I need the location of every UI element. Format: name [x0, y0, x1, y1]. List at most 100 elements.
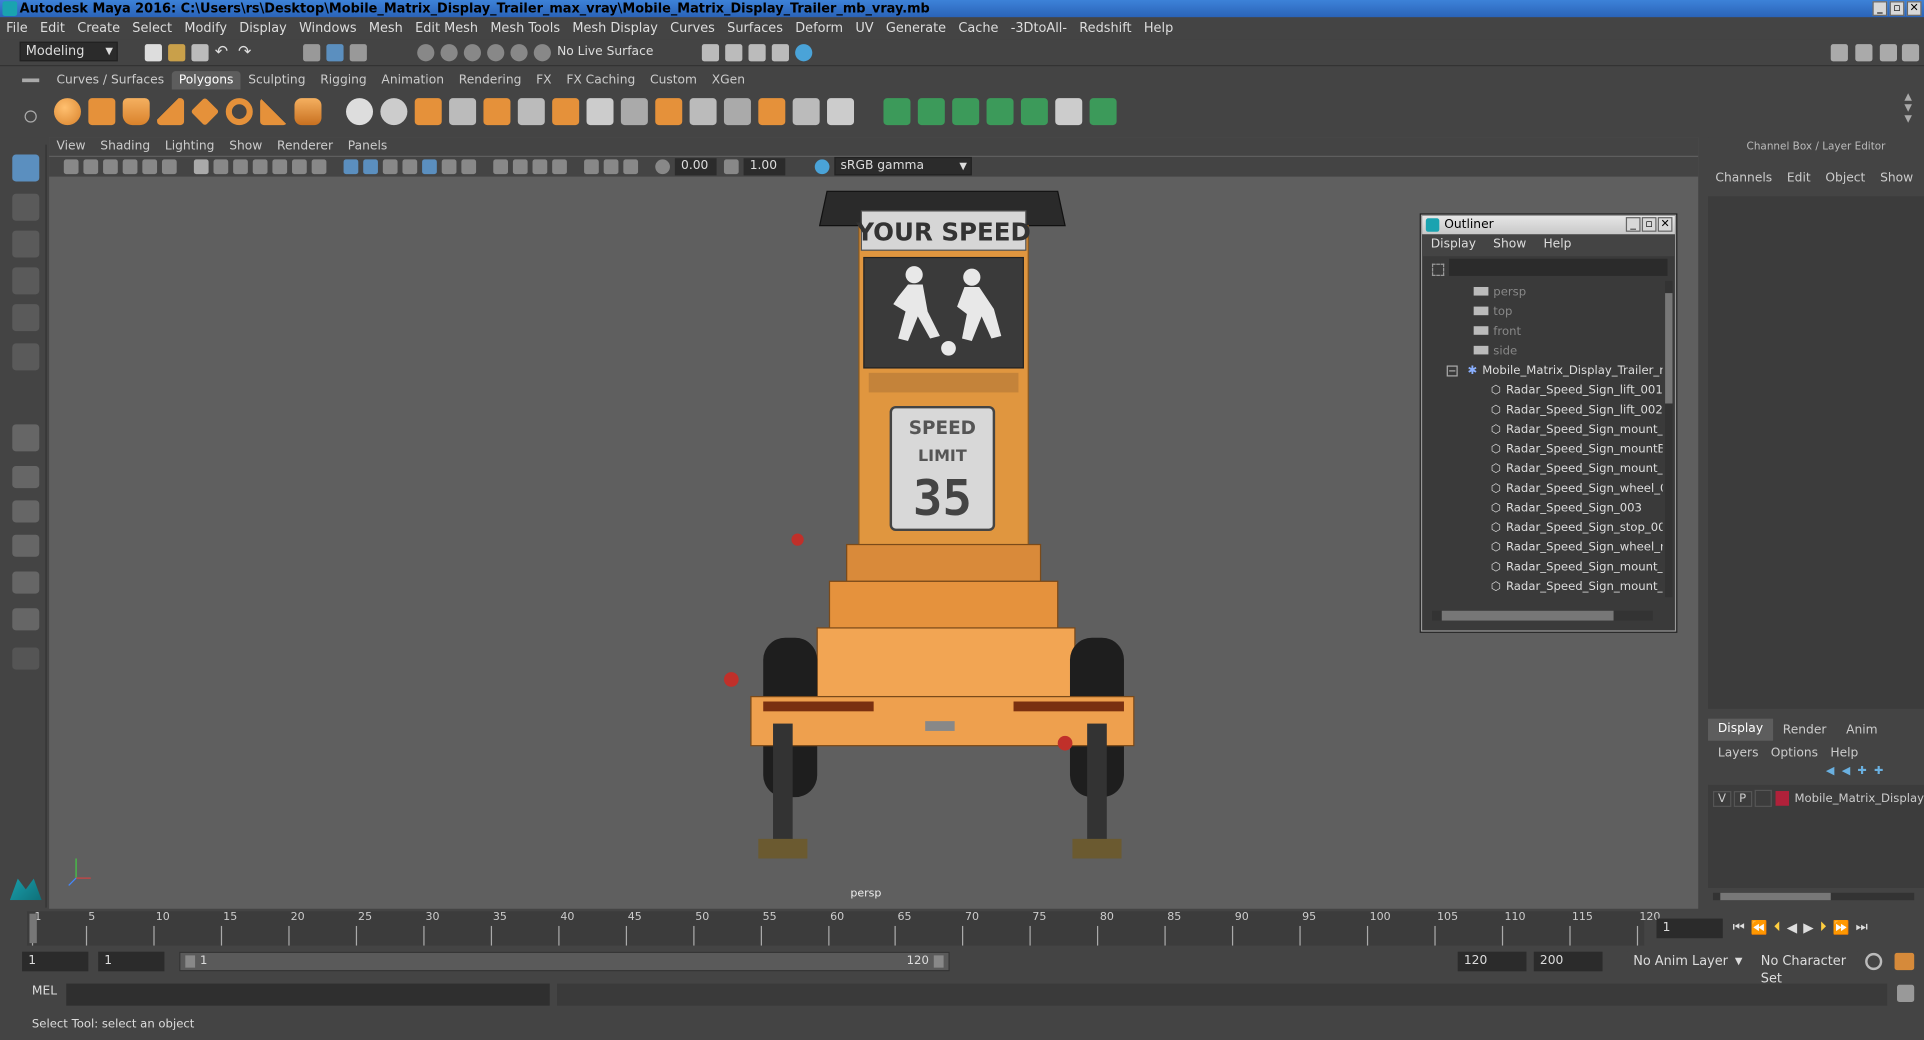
tab-anim[interactable]: Anim [1836, 723, 1887, 736]
exposure-icon[interactable] [655, 159, 670, 175]
layer-visibility-toggle[interactable]: V [1712, 790, 1732, 807]
menu-modify[interactable]: Modify [178, 18, 233, 39]
bookmark-icon[interactable] [103, 159, 118, 175]
menu-3dtoall[interactable]: -3DtoAll- [1005, 18, 1074, 39]
list-item[interactable]: ⬡Radar_Speed_Sign_wheel_002 [1422, 480, 1663, 500]
multi-cut-icon[interactable] [620, 98, 648, 126]
tab-render[interactable]: Render [1773, 723, 1836, 736]
step-forward-key-icon[interactable]: ⏩ [1833, 919, 1850, 935]
resolution-gate-icon[interactable] [233, 159, 248, 175]
shelf-scroll-icon[interactable]: ▲ ▼ ▼ [1904, 91, 1912, 124]
film-gate-icon[interactable] [213, 159, 229, 175]
outliner-hscroll[interactable] [1431, 610, 1653, 621]
list-item[interactable]: ⬡ Radar_Speed_Sign_mount_ha [1422, 578, 1663, 598]
safe-action-icon[interactable] [292, 159, 307, 175]
textured-icon[interactable] [402, 159, 418, 175]
reduce-icon[interactable] [1020, 98, 1048, 126]
render-settings-icon[interactable] [748, 44, 766, 62]
mirror-icon[interactable] [986, 98, 1014, 126]
go-to-end-icon[interactable]: ⏭ [1856, 919, 1868, 936]
character-set-dropdown[interactable]: No Character Set [1754, 951, 1858, 986]
snap-view-icon[interactable] [487, 44, 505, 62]
xray-icon[interactable] [584, 159, 599, 175]
anim-layer-dropdown[interactable]: No Anim Layer ▼ [1627, 951, 1748, 972]
hide-geometry-icon[interactable] [883, 98, 911, 126]
menu-display[interactable]: Display [233, 18, 293, 39]
outliner-layout-icon[interactable] [12, 534, 40, 557]
list-item[interactable]: side [1422, 342, 1663, 362]
viewport-menu-show[interactable]: Show [222, 137, 270, 155]
menu-generate[interactable]: Generate [880, 18, 952, 39]
smooth-icon[interactable] [449, 98, 477, 126]
select-object-icon[interactable] [326, 44, 344, 62]
tab-fx[interactable]: FX [529, 71, 559, 89]
undo-icon[interactable]: ↶ [215, 44, 232, 61]
anti-aliasing-icon[interactable] [512, 159, 528, 175]
use-all-lights-icon[interactable] [422, 159, 437, 175]
poly-cylinder-icon[interactable] [122, 98, 150, 126]
menu-cache[interactable]: Cache [952, 18, 1004, 39]
grid-icon[interactable] [193, 159, 209, 175]
layer-hscroll[interactable] [1712, 892, 1915, 901]
poly-cone-icon[interactable] [157, 98, 185, 126]
planar-uv-icon[interactable] [723, 98, 751, 126]
tab-sculpting[interactable]: Sculpting [241, 71, 313, 89]
menu-edit-mesh[interactable]: Edit Mesh [409, 18, 484, 39]
layer-name[interactable]: Mobile_Matrix_Display [1794, 792, 1924, 805]
channel-box-icon[interactable] [1901, 44, 1920, 62]
layer-type-toggle[interactable] [1754, 789, 1773, 807]
combine-icon[interactable] [346, 98, 374, 126]
time-slider[interactable]: 1 5 10 15 20 25 30 35 40 45 50 55 60 65 70 75 80 85 90 95 10… [0, 911, 1924, 946]
new-layer-selected-icon[interactable]: ✚ [1874, 765, 1883, 777]
menu-create[interactable]: Create [71, 18, 126, 39]
tool-settings-icon[interactable] [1879, 44, 1898, 62]
list-item[interactable]: persp [1422, 283, 1663, 303]
modeling-toolkit-icon[interactable] [1830, 44, 1848, 62]
viewport-menu-shading[interactable]: Shading [93, 137, 158, 155]
graph-editor-layout-icon[interactable] [12, 571, 40, 594]
wireframe-icon[interactable] [343, 159, 359, 175]
select-hierarchy-icon[interactable] [303, 44, 321, 62]
safe-title-icon[interactable] [311, 159, 327, 175]
channel-menu-edit[interactable]: Edit [1780, 171, 1818, 184]
boolean-icon[interactable] [952, 98, 980, 126]
outliner-menu-display[interactable]: Display [1422, 234, 1484, 256]
outliner-menu-show[interactable]: Show [1485, 234, 1535, 256]
play-forward-icon[interactable]: ▶ [1803, 919, 1813, 935]
poly-torus-icon[interactable] [225, 98, 253, 126]
snap-surface-icon[interactable] [510, 44, 528, 62]
menu-edit[interactable]: Edit [34, 18, 71, 39]
automatic-uv-icon[interactable] [827, 98, 855, 126]
move-layer-down-icon[interactable]: ◀ [1842, 765, 1850, 777]
tab-custom[interactable]: Custom [643, 71, 705, 89]
step-back-key-icon[interactable]: ⏪ [1751, 919, 1768, 935]
current-frame-field[interactable]: 1 [1656, 918, 1723, 939]
list-item[interactable]: ⬡ Radar_Speed_Sign_mount_ha [1422, 421, 1663, 441]
outliner-vscroll[interactable] [1665, 280, 1673, 598]
extrude-icon[interactable] [552, 98, 580, 126]
offset-edge-loop-icon[interactable] [689, 98, 717, 126]
filter-icon[interactable] [1431, 263, 1445, 276]
play-back-icon[interactable]: ◀ [1787, 919, 1797, 935]
close-button[interactable]: ✕ [1906, 1, 1922, 16]
snap-vertex-icon[interactable] [533, 44, 551, 62]
list-item[interactable]: top [1422, 303, 1663, 323]
command-input[interactable] [66, 983, 550, 1006]
bridge-icon[interactable] [517, 98, 545, 126]
poly-cube-icon[interactable] [88, 98, 116, 126]
viewport-menu-renderer[interactable]: Renderer [270, 137, 341, 155]
script-editor-icon[interactable] [1897, 984, 1915, 1002]
menu-curves[interactable]: Curves [664, 18, 721, 39]
step-forward-frame-icon[interactable]: ⏵ [1820, 919, 1827, 936]
layer-row[interactable]: V P Mobile_Matrix_Display [1708, 787, 1924, 809]
smooth-shade-icon[interactable] [363, 159, 378, 175]
menu-mesh-display[interactable]: Mesh Display [566, 18, 664, 39]
rotate-tool-icon[interactable] [12, 304, 40, 332]
lasso-tool-icon[interactable] [12, 193, 40, 221]
menu-select[interactable]: Select [126, 18, 178, 39]
separate-icon[interactable] [380, 98, 408, 126]
layer-menu-layers[interactable]: Layers [1718, 746, 1771, 759]
layer-playback-toggle[interactable]: P [1733, 790, 1752, 807]
hypershade-layout-icon[interactable] [12, 608, 40, 631]
depth-of-field-icon[interactable] [532, 159, 548, 175]
